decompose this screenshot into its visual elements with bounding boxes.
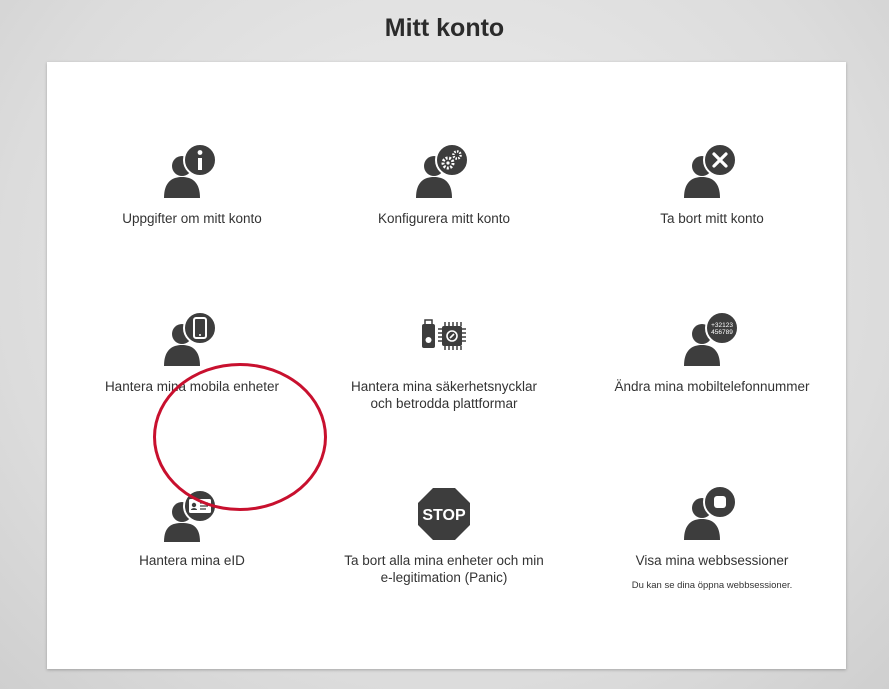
manage-mobile-devices-tile[interactable]: Hantera mina mobila enheter <box>87 310 297 395</box>
web-sessions-tile[interactable]: Visa mina webbsessioner Du kan se dina ö… <box>607 484 817 592</box>
manage-security-keys-tile[interactable]: Hantera mina säkerhetsnycklar och betrod… <box>339 310 549 412</box>
configure-account-tile[interactable]: Konfigurera mitt konto <box>339 142 549 227</box>
tile-label: Ta bort alla mina enheter och min e-legi… <box>344 553 544 585</box>
tile-label: Uppgifter om mitt konto <box>122 211 262 226</box>
tile-label: Ändra mina mobiltelefonnummer <box>614 379 810 394</box>
user-web-session-icon <box>684 485 737 540</box>
account-menu-panel: Uppgifter om mitt konto Konfigurera mitt… <box>47 62 846 669</box>
change-phone-numbers-tile[interactable]: +32123 456789 Ändra mina mobiltelefonnum… <box>607 310 817 395</box>
phone-number-badge-text: 456789 <box>711 329 733 336</box>
user-mobile-device-icon <box>164 311 217 366</box>
delete-account-tile[interactable]: Ta bort mitt konto <box>607 142 817 227</box>
user-info-icon <box>164 143 217 198</box>
tile-label: Hantera mina eID <box>139 553 245 568</box>
tile-label: Konfigurera mitt konto <box>377 211 511 226</box>
user-id-card-icon <box>164 489 217 542</box>
account-details-tile[interactable]: Uppgifter om mitt konto <box>87 142 297 227</box>
tile-label: Ta bort mitt konto <box>660 211 764 226</box>
stop-sign-icon: STOP <box>418 488 470 540</box>
page-title: Mitt konto <box>384 14 505 42</box>
panic-remove-all-tile[interactable]: STOP Ta bort alla mina enheter och min e… <box>339 484 549 586</box>
tile-label: Hantera mina säkerhetsnycklar och betrod… <box>350 379 538 411</box>
phone-number-badge-text: +32123 <box>711 322 733 329</box>
tile-label: Hantera mina mobila enheter <box>104 379 280 394</box>
user-phone-number-icon: +32123 456789 <box>684 311 739 366</box>
tile-description: Du kan se dina öppna webbsessioner. <box>631 580 793 591</box>
manage-eid-tile[interactable]: Hantera mina eID <box>87 484 297 569</box>
security-key-chip-icon <box>422 319 466 350</box>
user-remove-icon <box>684 143 737 198</box>
user-settings-icon <box>416 143 469 198</box>
tile-label: Visa mina webbsessioner <box>635 553 789 568</box>
stop-sign-text: STOP <box>422 507 466 524</box>
